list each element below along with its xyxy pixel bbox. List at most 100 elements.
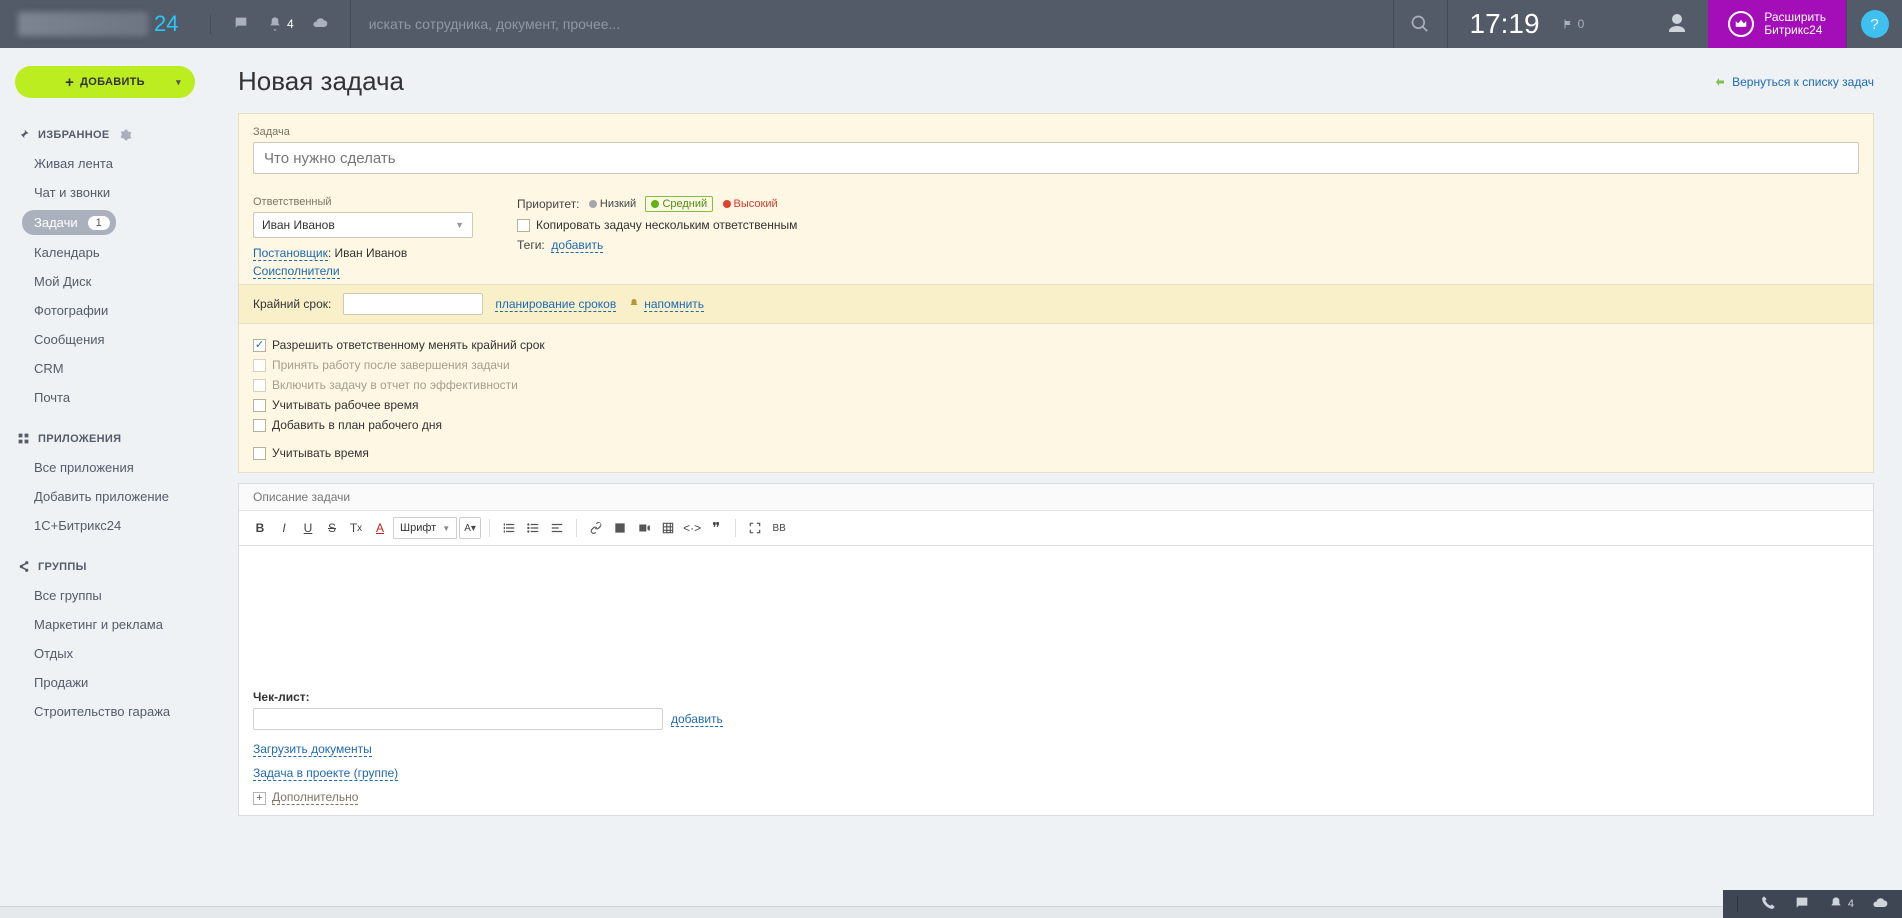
chevron-down-icon: ▾ bbox=[176, 77, 181, 88]
clear-format-button[interactable]: Tx bbox=[345, 517, 367, 539]
flag-counter[interactable]: 0 bbox=[1562, 17, 1607, 31]
sidebar-item-disk[interactable]: Мой Диск bbox=[0, 267, 210, 296]
font-size-button[interactable]: A▾ bbox=[459, 517, 481, 539]
sidebar-item-marketing[interactable]: Маркетинг и реклама bbox=[0, 610, 210, 639]
text-color-button[interactable]: A bbox=[369, 517, 391, 539]
underline-button[interactable]: U bbox=[297, 517, 319, 539]
table-button[interactable] bbox=[657, 517, 679, 539]
ol-button[interactable] bbox=[498, 517, 520, 539]
sidebar-item-garage[interactable]: Строительство гаража bbox=[0, 697, 210, 726]
main: Новая задача Вернуться к списку задач За… bbox=[210, 48, 1902, 822]
additional-toggle[interactable]: +Дополнительно bbox=[253, 790, 1859, 805]
expand-plan-button[interactable]: Расширить Битрикс24 bbox=[1708, 0, 1846, 48]
code-button[interactable]: <·> bbox=[681, 517, 703, 539]
italic-button[interactable]: I bbox=[273, 517, 295, 539]
strike-button[interactable]: S bbox=[321, 517, 343, 539]
editor-area[interactable] bbox=[239, 546, 1873, 680]
priority-high[interactable]: Высокий bbox=[723, 198, 778, 210]
header-quick-icons: 4 bbox=[210, 15, 350, 34]
font-select[interactable]: Шрифт▼ bbox=[393, 517, 457, 539]
section-title-apps: ПРИЛОЖЕНИЯ bbox=[0, 422, 210, 453]
link-button[interactable] bbox=[585, 517, 607, 539]
checkbox-icon bbox=[253, 359, 266, 372]
image-button[interactable] bbox=[609, 517, 631, 539]
sidebar-item-chat[interactable]: Чат и звонки bbox=[0, 178, 210, 207]
sidebar-item-add-app[interactable]: Добавить приложение bbox=[0, 482, 210, 511]
tasks-badge: 1 bbox=[88, 216, 110, 230]
sidebar-item-mail[interactable]: Почта bbox=[0, 383, 210, 412]
logo[interactable]: 24 bbox=[0, 0, 210, 48]
sidebar: + ДОБАВИТЬ ▾ ИЗБРАННОЕ Живая лента Чат и… bbox=[0, 48, 210, 822]
description-label: Описание задачи bbox=[239, 484, 1873, 511]
help-button[interactable]: ? bbox=[1846, 0, 1902, 48]
sidebar-item-calendar[interactable]: Календарь bbox=[0, 238, 210, 267]
gear-icon[interactable] bbox=[120, 129, 132, 141]
responsible-label: Ответственный bbox=[253, 196, 493, 212]
align-button[interactable] bbox=[546, 517, 568, 539]
add-button[interactable]: + ДОБАВИТЬ ▾ bbox=[15, 66, 195, 98]
bottom-cloud-icon[interactable] bbox=[1872, 895, 1888, 914]
sidebar-item-tasks[interactable]: Задачи 1 bbox=[22, 210, 116, 235]
search-icon[interactable] bbox=[1393, 0, 1447, 48]
crown-icon bbox=[1728, 11, 1754, 37]
plus-icon: + bbox=[253, 792, 266, 805]
copy-to-many-checkbox[interactable]: Копировать задачу нескольким ответственн… bbox=[517, 218, 797, 232]
ul-button[interactable] bbox=[522, 517, 544, 539]
sidebar-item-all-apps[interactable]: Все приложения bbox=[0, 453, 210, 482]
setter-link[interactable]: Постановщик bbox=[253, 246, 328, 261]
priority-mid[interactable]: Средний bbox=[645, 196, 713, 212]
opt-tracktime[interactable]: Учитывать время bbox=[253, 446, 1859, 460]
horizontal-scrollbar[interactable] bbox=[0, 906, 1742, 918]
page-title: Новая задача bbox=[238, 66, 404, 97]
deadline-planning-link[interactable]: планирование сроков bbox=[495, 297, 616, 312]
fullscreen-button[interactable] bbox=[744, 517, 766, 539]
checklist-add-link[interactable]: добавить bbox=[671, 712, 723, 727]
task-name-input[interactable] bbox=[253, 142, 1859, 174]
user-avatar[interactable] bbox=[1646, 12, 1708, 36]
chat-icon[interactable] bbox=[1794, 895, 1810, 914]
sidebar-item-crm[interactable]: CRM bbox=[0, 354, 210, 383]
sidebar-section-apps: ПРИЛОЖЕНИЯ Все приложения Добавить прило… bbox=[0, 422, 210, 540]
coexec-link[interactable]: Соисполнители bbox=[253, 264, 340, 279]
checklist-input[interactable] bbox=[253, 708, 663, 730]
share-icon bbox=[17, 560, 30, 573]
opt-accept-work: Принять работу после завершения задачи bbox=[253, 358, 1859, 372]
search-input[interactable]: искать сотрудника, документ, прочее... bbox=[350, 0, 993, 48]
back-to-list-link[interactable]: Вернуться к списку задач bbox=[1714, 75, 1874, 89]
sidebar-item-feed[interactable]: Живая лента bbox=[0, 149, 210, 178]
notif-icon[interactable]: 4 bbox=[267, 16, 294, 32]
sidebar-item-1c[interactable]: 1С+Битрикс24 bbox=[0, 511, 210, 540]
task-in-project-link[interactable]: Задача в проекте (группе) bbox=[253, 766, 398, 781]
chat-icon[interactable] bbox=[233, 15, 249, 34]
opt-dayplan[interactable]: Добавить в план рабочего дня bbox=[253, 418, 1859, 432]
back-arrow-icon bbox=[1714, 76, 1726, 88]
sidebar-item-photos[interactable]: Фотографии bbox=[0, 296, 210, 325]
quote-button[interactable]: ❞ bbox=[705, 517, 727, 539]
sidebar-item-rest[interactable]: Отдых bbox=[0, 639, 210, 668]
setter-line: Постановщик: Иван Иванов bbox=[253, 246, 493, 260]
bbcode-button[interactable]: BB bbox=[768, 517, 790, 539]
options-block: Разрешить ответственному менять крайний … bbox=[239, 324, 1873, 472]
checkbox-icon bbox=[253, 379, 266, 392]
deadline-remind-link[interactable]: напомнить bbox=[644, 297, 704, 312]
bottom-notif[interactable]: 4 bbox=[1828, 896, 1854, 912]
deadline-input[interactable] bbox=[343, 293, 483, 315]
bold-button[interactable]: B bbox=[249, 517, 271, 539]
opt-allow-change[interactable]: Разрешить ответственному менять крайний … bbox=[253, 338, 1859, 352]
opt-worktime[interactable]: Учитывать рабочее время bbox=[253, 398, 1859, 412]
sidebar-item-all-groups[interactable]: Все группы bbox=[0, 581, 210, 610]
video-button[interactable] bbox=[633, 517, 655, 539]
sidebar-item-messages[interactable]: Сообщения bbox=[0, 325, 210, 354]
sidebar-item-sales[interactable]: Продажи bbox=[0, 668, 210, 697]
priority-low[interactable]: Низкий bbox=[589, 198, 636, 210]
phone-icon[interactable] bbox=[1760, 895, 1776, 914]
upload-docs-link[interactable]: Загрузить документы bbox=[253, 742, 372, 757]
checkbox-icon bbox=[517, 219, 530, 232]
checkbox-icon bbox=[253, 339, 266, 352]
responsible-select[interactable]: Иван Иванов ▼ bbox=[253, 212, 473, 238]
clock[interactable]: 17:19 bbox=[1447, 0, 1562, 48]
reminder-icon bbox=[628, 298, 640, 310]
tags-add-link[interactable]: добавить bbox=[551, 238, 603, 253]
bottom-bar: 4 bbox=[1723, 890, 1902, 918]
cloud-icon[interactable] bbox=[312, 15, 328, 34]
